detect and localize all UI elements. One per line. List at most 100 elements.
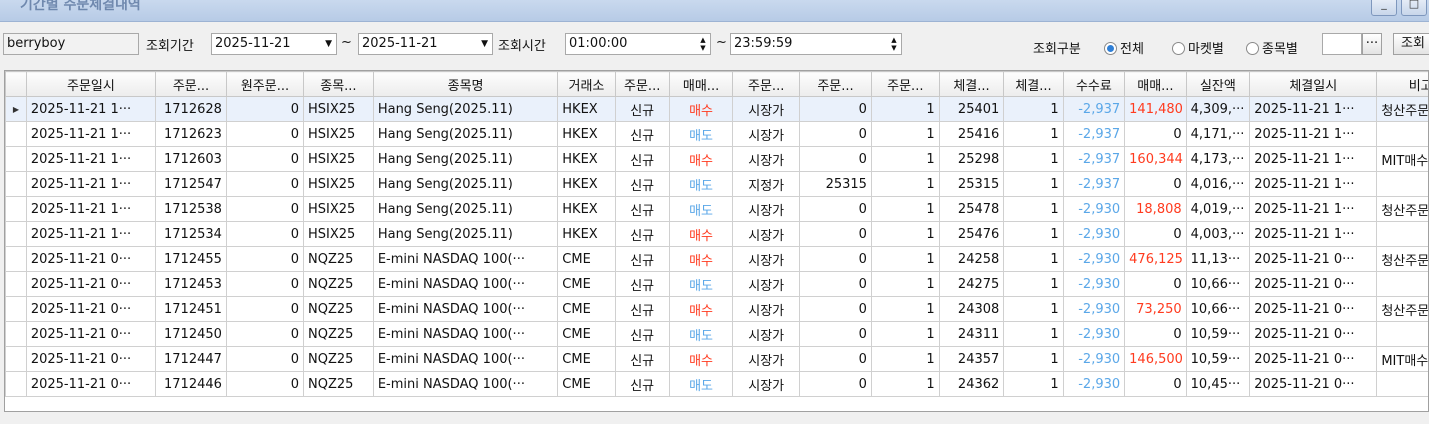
query-button[interactable]: 조회 xyxy=(1393,33,1429,55)
cell-orig-no: 0 xyxy=(225,346,305,372)
row-indicator xyxy=(5,321,27,347)
cell-ptype: 시장가 xyxy=(732,246,801,272)
cell-name: E-mini NASDAQ 100(··· xyxy=(372,346,559,372)
date-to-select[interactable]: 2025-11-21 ▼ xyxy=(358,33,493,55)
time-from-spinner[interactable]: 01:00:00 ▲ ▼ xyxy=(565,33,711,55)
cell-fqty: 1 xyxy=(1003,271,1064,297)
table-row[interactable]: 2025-11-21 0··· 1712446 0 NQZ25 E-mini NASDA… xyxy=(5,371,1428,397)
radio-market[interactable]: 마켓별 xyxy=(1172,38,1224,57)
cell-fprice: 24311 xyxy=(938,321,1005,347)
col-header[interactable]: 비고 xyxy=(1376,71,1428,97)
col-header[interactable]: 주문... xyxy=(155,71,227,97)
cell-order-time: 2025-11-21 0··· xyxy=(25,346,157,372)
cell-fee: -2,937 xyxy=(1062,96,1126,122)
cell-oprice: 0 xyxy=(799,346,872,372)
maximize-button[interactable]: □ xyxy=(1401,0,1427,16)
radio-on-icon xyxy=(1104,42,1117,55)
cell-ftime: 2025-11-21 1··· xyxy=(1249,96,1378,122)
table-row[interactable]: 2025-11-21 0··· 1712447 0 NQZ25 E-mini NASDA… xyxy=(5,346,1428,372)
cell-ftime: 2025-11-21 0··· xyxy=(1249,346,1378,372)
cell-side: 매도 xyxy=(668,371,734,397)
cell-order-no: 1712547 xyxy=(155,171,227,197)
col-header[interactable]: 주문... xyxy=(732,71,801,97)
time-to-spinner[interactable]: 23:59:59 ▲ ▼ xyxy=(730,33,902,55)
cell-note: 청산주문 xyxy=(1376,96,1428,122)
date-from-select[interactable]: 2025-11-21 ▼ xyxy=(211,33,337,55)
cell-fqty: 1 xyxy=(1003,321,1064,347)
row-indicator xyxy=(5,196,27,222)
minimize-button[interactable]: _ xyxy=(1371,0,1397,16)
col-header[interactable]: 원주문... xyxy=(225,71,305,97)
table-row[interactable]: 2025-11-21 0··· 1712455 0 NQZ25 E-mini NASDA… xyxy=(5,246,1428,272)
spin-updown-icon[interactable]: ▲ ▼ xyxy=(889,36,899,52)
triangle-right-icon: ▶ xyxy=(5,96,27,122)
cell-exch: CME xyxy=(557,321,616,347)
cell-oqty: 1 xyxy=(870,196,940,222)
cell-fee: -2,930 xyxy=(1062,371,1126,397)
cell-otype: 신규 xyxy=(614,246,670,272)
col-header[interactable]: 수수료 xyxy=(1062,71,1126,97)
radio-symbol[interactable]: 종목별 xyxy=(1246,38,1298,57)
col-header[interactable]: 체결... xyxy=(938,71,1005,97)
cell-fee: -2,937 xyxy=(1062,121,1126,147)
table-row[interactable]: 2025-11-21 0··· 1712453 0 NQZ25 E-mini NASDA… xyxy=(5,271,1428,297)
spin-updown-icon[interactable]: ▲ ▼ xyxy=(698,36,708,52)
cell-code: NQZ25 xyxy=(303,346,374,372)
cell-fee: -2,930 xyxy=(1062,296,1126,322)
symbol-field[interactable] xyxy=(1322,33,1362,55)
table-row[interactable]: 2025-11-21 1··· 1712547 0 HSIX25 Hang Seng(2… xyxy=(5,171,1428,197)
cell-side: 매도 xyxy=(668,321,734,347)
account-field[interactable]: berryboy xyxy=(3,33,139,55)
row-indicator xyxy=(5,346,27,372)
col-header[interactable]: 매매... xyxy=(668,71,734,97)
col-header[interactable]: 주문... xyxy=(870,71,940,97)
cell-note xyxy=(1376,321,1428,347)
table-row[interactable]: 2025-11-21 1··· 1712603 0 HSIX25 Hang Seng(2… xyxy=(5,146,1428,172)
cell-fprice: 24275 xyxy=(938,271,1005,297)
col-header[interactable]: 주문일시 xyxy=(25,71,157,97)
radio-all[interactable]: 전체 xyxy=(1104,38,1144,57)
cell-fqty: 1 xyxy=(1003,346,1064,372)
cell-ftime: 2025-11-21 1··· xyxy=(1249,146,1378,172)
col-header[interactable]: 체결일시 xyxy=(1249,71,1378,97)
table-row[interactable]: 2025-11-21 0··· 1712450 0 NQZ25 E-mini NASDA… xyxy=(5,321,1428,347)
cell-oqty: 1 xyxy=(870,321,940,347)
table-row[interactable]: 2025-11-21 1··· 1712538 0 HSIX25 Hang Seng(2… xyxy=(5,196,1428,222)
cell-code: NQZ25 xyxy=(303,246,374,272)
table-row[interactable]: ▶ 2025-11-21 1··· 1712628 0 HSIX25 Hang Seng(… xyxy=(5,96,1428,122)
cell-fqty: 1 xyxy=(1003,196,1064,222)
table-row[interactable]: 2025-11-21 1··· 1712534 0 HSIX25 Hang Seng(2… xyxy=(5,221,1428,247)
row-indicator xyxy=(5,246,27,272)
time-from-value: 01:00:00 xyxy=(569,36,628,51)
cell-exch: CME xyxy=(557,246,616,272)
query-type-label: 조회구분 xyxy=(1033,42,1081,57)
cell-code: NQZ25 xyxy=(303,296,374,322)
more-button[interactable]: ··· xyxy=(1362,33,1382,55)
cell-ftime: 2025-11-21 1··· xyxy=(1249,121,1378,147)
chevron-down-icon: ▼ xyxy=(325,39,332,49)
col-header[interactable]: 실잔액 xyxy=(1185,71,1251,97)
col-header[interactable]: 거래소 xyxy=(557,71,616,97)
cell-orig-no: 0 xyxy=(225,96,305,122)
cell-bal: 4,016,··· xyxy=(1185,171,1251,197)
col-header[interactable]: 종목... xyxy=(303,71,374,97)
cell-order-no: 1712538 xyxy=(155,196,227,222)
cell-side: 매수 xyxy=(668,246,734,272)
cell-bal: 4,173,··· xyxy=(1185,146,1251,172)
order-history-grid[interactable]: 주문일시 주문... 원주문... 종목... 종목명 거래소 주문... 매매… xyxy=(4,70,1429,412)
cell-fprice: 25401 xyxy=(938,96,1005,122)
col-header[interactable]: 종목명 xyxy=(372,71,559,97)
table-row[interactable]: 2025-11-21 0··· 1712451 0 NQZ25 E-mini NASDA… xyxy=(5,296,1428,322)
col-header[interactable]: 체결... xyxy=(1003,71,1064,97)
cell-fqty: 1 xyxy=(1003,121,1064,147)
cell-fqty: 1 xyxy=(1003,296,1064,322)
cell-code: NQZ25 xyxy=(303,321,374,347)
cell-exch: CME xyxy=(557,296,616,322)
col-header[interactable]: 주문... xyxy=(799,71,872,97)
cell-fqty: 1 xyxy=(1003,221,1064,247)
col-header[interactable]: 매매... xyxy=(1124,71,1187,97)
cell-order-no: 1712453 xyxy=(155,271,227,297)
cell-side: 매수 xyxy=(668,346,734,372)
col-header[interactable]: 주문... xyxy=(614,71,670,97)
table-row[interactable]: 2025-11-21 1··· 1712623 0 HSIX25 Hang Seng(2… xyxy=(5,121,1428,147)
